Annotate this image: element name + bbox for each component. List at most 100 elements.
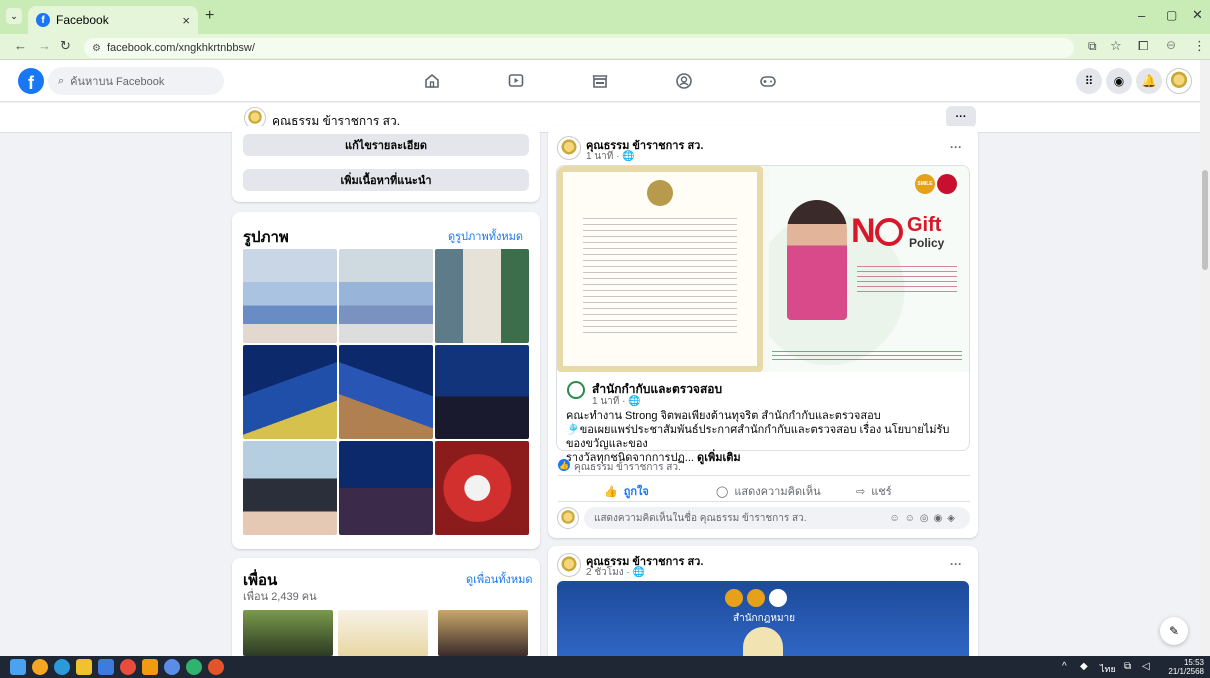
messenger-icon[interactable]: ◉ [1106,68,1132,94]
chrome-icon[interactable] [120,659,136,675]
post-text-line: คณะทำงาน Strong จิตพอเพียงต้านทุจริต สำน… [566,410,881,422]
shared-time[interactable]: 1 นาที · 🌐 [592,394,641,409]
scrollbar[interactable] [1200,60,1210,656]
app-icon[interactable] [98,659,114,675]
photo-thumbnail[interactable] [339,441,433,535]
home-icon[interactable] [420,70,444,92]
photo-thumbnail[interactable] [435,441,529,535]
share-button[interactable]: ⇨ แชร์ [856,482,892,500]
shared-author-avatar[interactable] [567,381,585,399]
scrollbar-thumb[interactable] [1202,170,1208,270]
tray-chevron-icon[interactable]: ^ [1062,661,1067,672]
photo-thumbnail[interactable] [435,345,529,439]
footer-caption-lines [772,351,962,363]
post-time[interactable]: 1 นาที · 🌐 [586,149,635,164]
logo-badge [937,174,957,194]
chrome-icon[interactable] [208,659,224,675]
language-indicator[interactable]: ไทย [1100,662,1116,676]
close-window-button[interactable]: ✕ [1192,7,1203,23]
person-image [787,200,847,320]
reaction-names[interactable]: คุณธรรม ข้าราชการ สว. [574,460,681,475]
menu-icon[interactable]: ⋮ [1193,38,1206,54]
photo-thumbnail[interactable] [435,249,529,343]
share-arrow-icon: ⇨ [856,485,866,498]
site-info-icon[interactable]: ⚙ [92,43,101,54]
comment-button[interactable]: ◯ แสดงความคิดเห็น [716,482,821,500]
page-more-button[interactable]: ··· [946,106,976,128]
divider [558,475,970,476]
gaming-icon[interactable] [756,70,780,92]
forward-icon[interactable]: → [38,38,51,53]
post-more-icon[interactable]: ··· [950,557,962,571]
network-icon[interactable]: ⧉ [1124,661,1131,672]
new-tab-button[interactable]: + [205,7,214,25]
friend-photo[interactable] [438,610,528,656]
back-icon[interactable]: ← [14,38,27,53]
document-text-lines [583,218,737,338]
tray-app-icon[interactable]: ◆ [1080,661,1088,672]
photo-thumbnail[interactable] [243,345,337,439]
edge-icon[interactable] [54,659,70,675]
file-explorer-icon[interactable] [76,659,92,675]
see-all-friends-link[interactable]: ดูเพื่อนทั้งหมด [466,570,533,588]
post-author-avatar[interactable] [557,136,581,160]
new-message-icon[interactable]: ✎ [1160,617,1188,645]
image-caption: สำนักกฎหมาย [733,613,796,624]
app-icon[interactable] [32,659,48,675]
notifications-bell-icon[interactable]: 🔔 [1136,68,1162,94]
photo-thumbnail[interactable] [339,345,433,439]
like-button[interactable]: 👍 ถูกใจ [604,482,649,500]
edit-details-button[interactable]: แก้ไขรายละเอียด [243,134,529,156]
post-author-avatar[interactable] [557,553,581,577]
tab-title: Facebook [56,13,109,27]
extensions-icon[interactable]: ⧠ [1138,38,1148,54]
post-text: คณะทำงาน Strong จิตพอเพียงต้านทุจริต สำน… [566,409,966,465]
menu-grid-icon[interactable]: ⠿ [1076,68,1102,94]
bookmark-star-icon[interactable]: ☆ [1110,38,1122,54]
post-image[interactable]: สำนักกฎหมาย [557,581,969,656]
smile-badge: SMILE [915,174,935,194]
photo-thumbnail[interactable] [339,249,433,343]
tab-facebook[interactable]: f Facebook × [28,6,198,34]
post-more-icon[interactable]: ··· [950,140,962,154]
comment-tool-icons[interactable]: ☺☺◎◉◈ [889,513,960,524]
friend-photo[interactable] [338,610,428,656]
divider [558,501,970,502]
video-icon[interactable] [504,70,528,92]
comment-input[interactable]: แสดงความคิดเห็นในชื่อ คุณธรรม ข้าราชการ … [584,507,970,529]
post-image[interactable]: SMILE N Gift Policy [557,166,969,372]
profile-icon[interactable]: ⊖ [1166,38,1176,52]
see-more-link[interactable]: ดูเพิ่มเติม [697,452,741,464]
tab-list-button[interactable]: ⌄ [6,8,22,24]
photo-thumbnail[interactable] [243,441,337,535]
photos-title: รูปภาพ [243,229,289,246]
like-reaction-icon: 👍 [558,459,570,471]
photo-thumbnail[interactable] [243,249,337,343]
account-avatar[interactable] [1166,68,1192,94]
no-symbol-icon [875,218,903,246]
post-time[interactable]: 2 ชั่วโมง · 🌐 [586,565,645,580]
add-featured-button[interactable]: เพิ่มเนื้อหาที่แนะนำ [243,169,529,191]
see-all-photos-link[interactable]: ดูรูปภาพทั้งหมด [448,227,523,245]
clock[interactable]: 15:53 21/1/2568 [1166,658,1204,676]
app-icon[interactable] [142,659,158,675]
reload-icon[interactable]: ↻ [60,38,71,54]
marketplace-icon[interactable] [588,70,612,92]
groups-icon[interactable] [672,70,696,92]
app-icon[interactable] [186,659,202,675]
url-text: facebook.com/xngkhkrtnbbsw/ [106,42,255,54]
volume-icon[interactable]: ◁ [1142,661,1150,672]
commenter-avatar[interactable] [557,507,579,529]
facebook-logo-icon[interactable]: f [18,68,44,94]
post-text-line: 🎐ขอเผยแพร่ประชาสัมพันธ์ประกาศสำนักกำกับแ… [566,424,950,450]
windows-start-icon[interactable] [10,659,26,675]
minimize-button[interactable]: – [1138,8,1145,23]
restore-button[interactable]: ▢ [1166,8,1177,22]
facebook-favicon-icon: f [36,13,50,27]
friend-photo[interactable] [243,610,333,656]
close-tab-icon[interactable]: × [182,13,190,28]
app-icon[interactable] [164,659,180,675]
install-app-icon[interactable]: ⧉ [1088,39,1097,54]
search-input[interactable]: ⌕ ค้นหาบน Facebook [48,67,224,95]
address-bar[interactable]: ⚙ facebook.com/xngkhkrtnbbsw/ [84,38,1074,58]
